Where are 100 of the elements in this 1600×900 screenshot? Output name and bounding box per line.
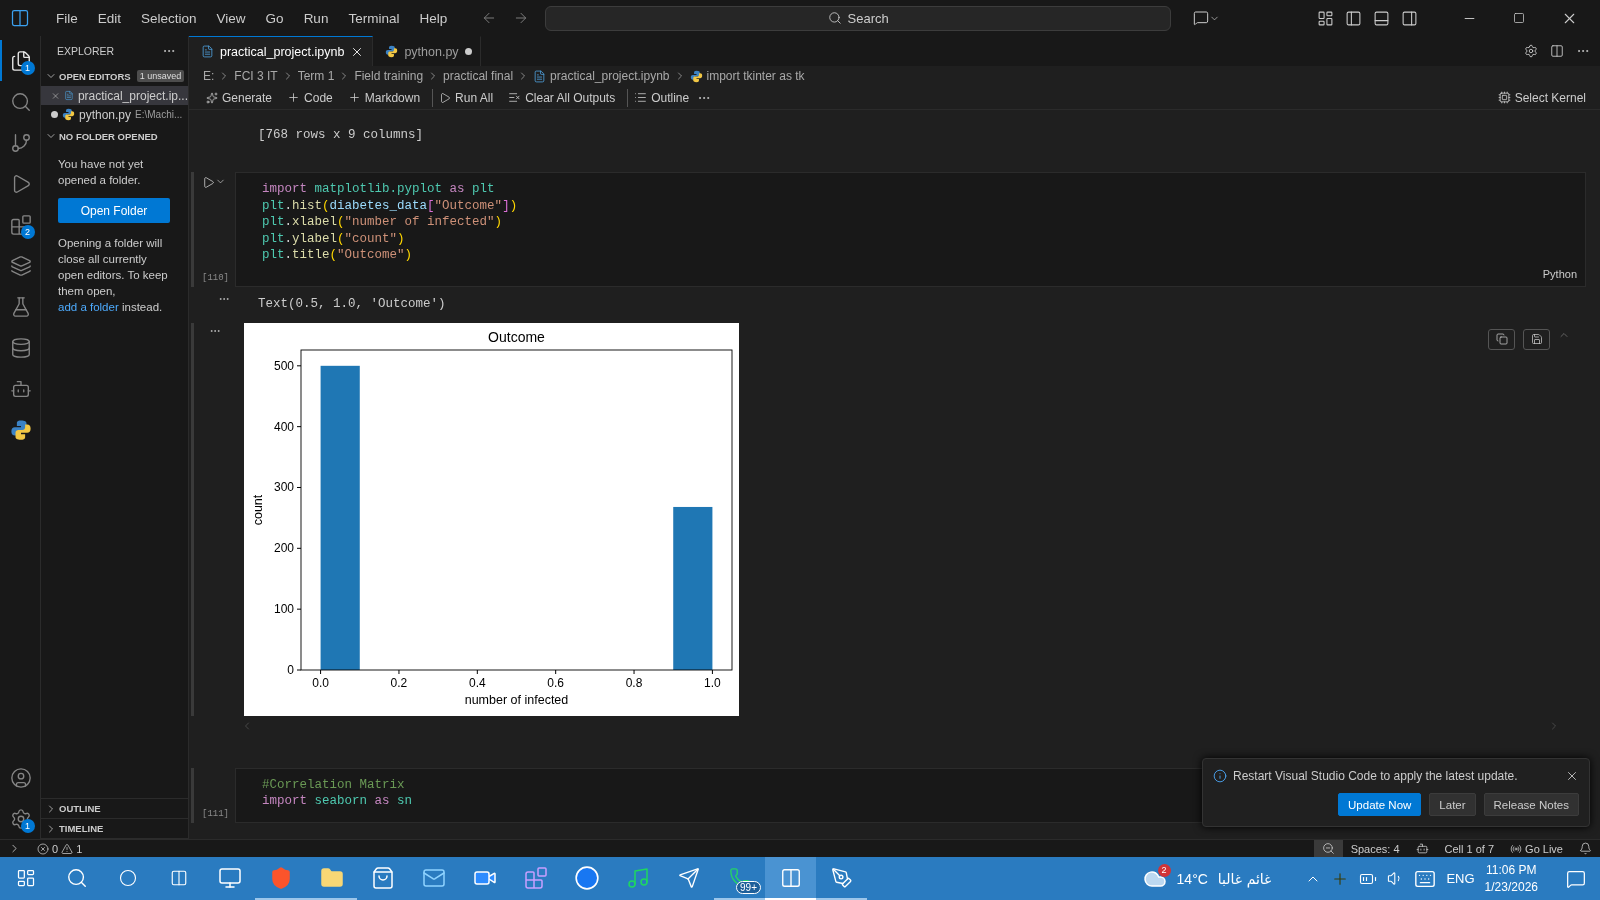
menu-item[interactable]: Terminal (340, 6, 408, 30)
tick-label: 0.6 (547, 675, 565, 690)
toolbar-button[interactable]: Outline (627, 88, 696, 107)
tick-label: 100 (273, 601, 294, 616)
chart-title: Outcome (488, 328, 545, 345)
toolbar-button[interactable]: Generate (199, 88, 279, 107)
bottom-panel-icon[interactable] (1373, 9, 1390, 27)
pen-icon (830, 866, 853, 889)
robot-icon (1415, 842, 1429, 855)
list-icon (634, 91, 648, 104)
split-editor-icon[interactable] (1550, 44, 1564, 58)
breadcrumb-item[interactable]: practical_project.ipynb (550, 69, 670, 83)
breadcrumb-item[interactable]: import tkinter as tk (706, 69, 805, 83)
tick-label: 400 (273, 419, 294, 434)
temperature: 14°C (1176, 870, 1208, 887)
notification-button[interactable]: Later (1429, 793, 1476, 816)
account-icon (10, 766, 32, 789)
save-icon (1530, 333, 1543, 345)
language-indicator[interactable]: ENG (1446, 871, 1475, 886)
section-title[interactable]: OPEN EDITORS (59, 70, 131, 82)
empty-message: You have not yet opened a folder. (57, 157, 145, 188)
activity-item[interactable]: 1 (0, 798, 41, 839)
tab-label: practical_project.ipynb (220, 44, 345, 59)
code-cell[interactable]: import matplotlib.pyplot as plt plt.hist(diabetes_data["Outcome"]) plt.xlabel("number of infected") plt.ylabel("count") plt.title("Outcome") Python (235, 172, 1586, 287)
music-icon (625, 865, 650, 890)
toolbar-button[interactable]: Clear All Outputs (501, 88, 622, 107)
breadcrumb-item[interactable]: E: (203, 69, 215, 83)
menu-item[interactable]: Run (295, 6, 337, 30)
axis-label: number of infected (464, 692, 569, 707)
python-logo-icon (689, 69, 703, 83)
section-title[interactable]: NO FOLDER OPENED (59, 130, 158, 142)
execution-count: [110] (202, 272, 229, 283)
save-button[interactable] (1523, 328, 1550, 350)
code-line: plt.hist(diabetes_data["Outcome"]) (262, 197, 518, 214)
toolbar-button[interactable]: Code (280, 88, 339, 107)
toolbar-button[interactable]: Run All (432, 88, 500, 107)
cell-output: [768 rows x 9 columns] (258, 127, 424, 144)
section-title[interactable]: TIMELINE (59, 823, 104, 834)
code-line: plt.title("Outcome") (262, 247, 413, 264)
notifications-icon[interactable] (1566, 868, 1586, 889)
open-editor-item[interactable]: practical_project.ip... (41, 86, 188, 105)
problems-indicator[interactable]: 0 1 (29, 840, 91, 857)
open-folder-button[interactable]: Open Folder (58, 198, 170, 223)
tick-label: 0.8 (625, 675, 643, 690)
code-line: import matplotlib.pyplot as plt (262, 181, 495, 198)
menu-item[interactable]: View (208, 6, 254, 30)
status-item[interactable]: Spaces: 4 (1342, 840, 1408, 857)
zoom-out-icon (1321, 842, 1335, 855)
activity-item[interactable]: 2 (0, 204, 41, 245)
tick-label: 500 (273, 358, 294, 373)
unsaved-dot (464, 48, 472, 55)
open-editor-item[interactable]: python.py E:\Machi... (41, 105, 188, 124)
error-icon (37, 842, 49, 855)
breadcrumb-item[interactable]: FCI 3 IT (234, 69, 278, 83)
unsaved-dot (51, 111, 58, 118)
count-badge: 2 (1157, 863, 1171, 877)
circle-icon[interactable] (118, 868, 137, 887)
close-icon[interactable] (1565, 769, 1579, 783)
left-panel-icon[interactable] (1345, 9, 1362, 27)
breadcrumb-item[interactable]: Term 1 (297, 69, 335, 83)
add-folder-link[interactable]: add a folder (58, 301, 119, 313)
search-icon[interactable] (65, 866, 88, 889)
status-item[interactable]: Cell 1 of 7 (1436, 840, 1503, 857)
kernel-button[interactable]: Select Kernel (1490, 88, 1592, 107)
notification-button[interactable]: Update Now (1338, 793, 1422, 816)
run-cell-icon[interactable] (202, 176, 215, 189)
chat-icon[interactable] (1193, 10, 1210, 26)
kernel-icon (1497, 91, 1511, 104)
notification-message: Restart Visual Studio Code to apply the latest update. (1233, 769, 1518, 783)
status-item[interactable]: Go Live (1502, 840, 1571, 857)
menu-item[interactable]: Selection (133, 6, 205, 30)
settings-icon[interactable] (1524, 44, 1538, 58)
editor-tab[interactable]: practical_project.ipynb (189, 36, 374, 66)
breadcrumb-item[interactable]: practical final (443, 69, 514, 83)
cell-language[interactable]: Python (1542, 267, 1577, 280)
menu-item[interactable]: File (48, 6, 86, 30)
count-badge: 1 (20, 61, 35, 75)
menu-item[interactable]: Help (411, 6, 456, 30)
circle-logo-icon (573, 864, 600, 891)
section-title[interactable]: OUTLINE (59, 803, 101, 814)
flask-icon (10, 295, 32, 318)
search-icon (827, 11, 842, 25)
tick-label: 0.2 (390, 675, 408, 690)
search-field[interactable]: Search (545, 5, 1172, 31)
notebook-icon (64, 89, 74, 102)
layout-icon[interactable] (1317, 9, 1334, 27)
code-line: plt.xlabel("number of infected") (262, 214, 503, 231)
restore-icon[interactable] (1513, 12, 1525, 24)
menu-item[interactable]: Edit (89, 6, 130, 30)
layers-icon (10, 254, 32, 277)
tick-label: 0.0 (312, 675, 329, 690)
tick-label: 0 (287, 662, 294, 677)
toolbar-button[interactable]: Markdown (340, 88, 427, 107)
branch-icon (10, 131, 32, 154)
notification-button[interactable]: Release Notes (1483, 793, 1579, 816)
folder-note: Opening a folder will close all currently open editors. To keep them open, add a folder instead. (57, 236, 169, 315)
breadcrumb-item[interactable]: Field training (354, 69, 424, 83)
right-panel-icon[interactable] (1401, 9, 1418, 27)
copy-button[interactable] (1488, 328, 1515, 350)
menu-item[interactable]: Go (257, 6, 292, 30)
